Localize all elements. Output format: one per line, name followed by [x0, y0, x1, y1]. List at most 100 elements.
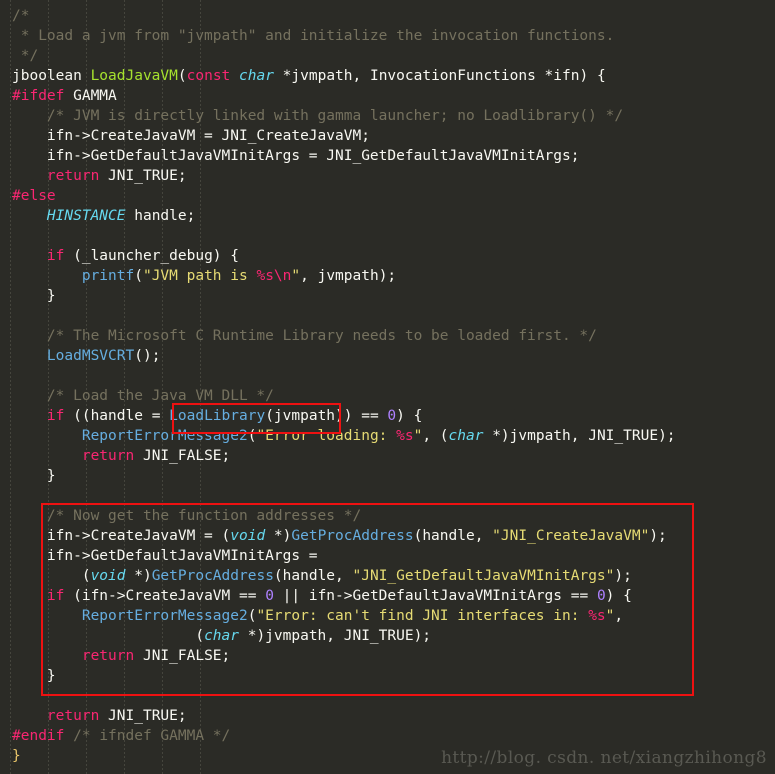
token-kw: #else: [12, 188, 56, 204]
code-line[interactable]: [0, 226, 676, 246]
token-fn: LoadLibrary: [169, 408, 266, 424]
code-line[interactable]: return JNI_FALSE;: [0, 646, 676, 666]
code-line[interactable]: /* JVM is directly linked with gamma lau…: [0, 106, 676, 126]
token-pl: ((handle =: [64, 408, 170, 424]
token-kw: return: [46, 708, 100, 724]
token-pl: ) {: [396, 408, 423, 424]
code-line[interactable]: #ifdef GAMMA: [0, 86, 676, 106]
code-line[interactable]: #endif /* ifndef GAMMA */: [0, 726, 676, 746]
token-pl: *jvmpath, InvocationFunctions *ifn) {: [273, 68, 606, 84]
code-line[interactable]: ReportErrorMessage2("Error: can't find J…: [0, 606, 676, 626]
code-editor-screenshot: /* * Load a jvm from "jvmpath" and initi…: [0, 0, 775, 774]
token-pl: (handle,: [413, 528, 493, 544]
code-line[interactable]: [0, 686, 676, 706]
token-fn: printf: [81, 268, 135, 284]
token-pl: handle;: [125, 208, 196, 224]
token-cm: * Load a jvm from "jvmpath" and initiali…: [12, 28, 615, 44]
token-pl: (: [177, 68, 187, 84]
code-line[interactable]: /*: [0, 6, 676, 26]
code-line[interactable]: return JNI_TRUE;: [0, 166, 676, 186]
token-fn: GetProcAddress: [291, 528, 414, 544]
token-fn: ReportErrorMessage2: [81, 428, 248, 444]
token-esc: %s: [396, 428, 414, 444]
token-pl: (jvmpath)) ==: [265, 408, 388, 424]
token-esc: %s: [588, 608, 606, 624]
code-line[interactable]: }: [0, 466, 676, 486]
code-line[interactable]: */: [0, 46, 676, 66]
code-line[interactable]: (char *)jvmpath, JNI_TRUE);: [0, 626, 676, 646]
code-line[interactable]: if (_launcher_debug) {: [0, 246, 676, 266]
token-ty: void: [230, 528, 266, 544]
token-pl: *)jvmpath, JNI_TRUE);: [238, 628, 432, 644]
code-line[interactable]: /* Now get the function addresses */: [0, 506, 676, 526]
code-line[interactable]: [0, 366, 676, 386]
token-pl: }: [12, 468, 56, 484]
token-pl: (: [12, 628, 205, 644]
token-esc: %s\n: [256, 268, 292, 284]
code-line[interactable]: [0, 486, 676, 506]
code-line[interactable]: }: [0, 286, 676, 306]
token-cm: /* JVM is directly linked with gamma lau…: [46, 108, 624, 124]
token-ty: void: [90, 568, 126, 584]
code-line[interactable]: ReportErrorMessage2("Error loading: %s",…: [0, 426, 676, 446]
token-pl: JNI_FALSE;: [134, 448, 231, 464]
code-line[interactable]: if (ifn->CreateJavaVM == 0 || ifn->GetDe…: [0, 586, 676, 606]
code-line[interactable]: HINSTANCE handle;: [0, 206, 676, 226]
code-line[interactable]: return JNI_FALSE;: [0, 446, 676, 466]
token-pl: (handle,: [273, 568, 353, 584]
token-ty: char: [448, 428, 484, 444]
code-line[interactable]: [0, 306, 676, 326]
token-kw: #endif: [12, 728, 65, 744]
code-line[interactable]: * Load a jvm from "jvmpath" and initiali…: [0, 26, 676, 46]
token-num: 0: [596, 588, 606, 604]
code-line[interactable]: ifn->GetDefaultJavaVMInitArgs = JNI_GetD…: [0, 146, 676, 166]
token-ty: HINSTANCE: [46, 208, 126, 224]
code-line[interactable]: ifn->CreateJavaVM = JNI_CreateJavaVM;: [0, 126, 676, 146]
token-pl: || ifn->GetDefaultJavaVMInitArgs ==: [273, 588, 597, 604]
token-st: ": [291, 268, 301, 284]
code-line[interactable]: ifn->CreateJavaVM = (void *)GetProcAddre…: [0, 526, 676, 546]
token-cm: /* The Microsoft C Runtime Library needs…: [46, 328, 597, 344]
token-pl: }: [12, 668, 56, 684]
code-line[interactable]: ifn->GetDefaultJavaVMInitArgs =: [0, 546, 676, 566]
code-line[interactable]: return JNI_TRUE;: [0, 706, 676, 726]
token-kw: if: [46, 248, 65, 264]
code-line[interactable]: }: [0, 666, 676, 686]
code-line[interactable]: printf("JVM path is %s\n", jvmpath);: [0, 266, 676, 286]
token-pl: ) {: [605, 588, 632, 604]
token-fn: LoadMSVCRT: [46, 348, 135, 364]
token-pl: );: [614, 568, 632, 584]
code-line[interactable]: /* The Microsoft C Runtime Library needs…: [0, 326, 676, 346]
token-ty: char: [239, 68, 274, 84]
token-pl: JNI_TRUE;: [99, 168, 187, 184]
code-line[interactable]: if ((handle = LoadLibrary(jvmpath)) == 0…: [0, 406, 676, 426]
token-kw: return: [81, 448, 135, 464]
token-pl: (: [134, 268, 143, 284]
code-line[interactable]: LoadMSVCRT();: [0, 346, 676, 366]
token-cm: /* Now get the function addresses */: [46, 508, 362, 524]
code-line[interactable]: /* Load the Java VM DLL */: [0, 386, 676, 406]
token-st: "JNI_CreateJavaVM": [492, 528, 650, 544]
code-block[interactable]: /* * Load a jvm from "jvmpath" and initi…: [0, 0, 676, 766]
token-fn: GetProcAddress: [151, 568, 274, 584]
code-line[interactable]: #else: [0, 186, 676, 206]
token-pl: JNI_TRUE;: [99, 708, 187, 724]
token-pl: *): [125, 568, 152, 584]
token-fn: ReportErrorMessage2: [81, 608, 248, 624]
code-line[interactable]: (void *)GetProcAddress(handle, "JNI_GetD…: [0, 566, 676, 586]
token-st: "JVM path is: [142, 268, 257, 284]
token-kw: #ifdef: [12, 88, 65, 104]
token-kw: if: [46, 588, 65, 604]
code-line[interactable]: jboolean LoadJavaVM(const char *jvmpath,…: [0, 66, 676, 86]
